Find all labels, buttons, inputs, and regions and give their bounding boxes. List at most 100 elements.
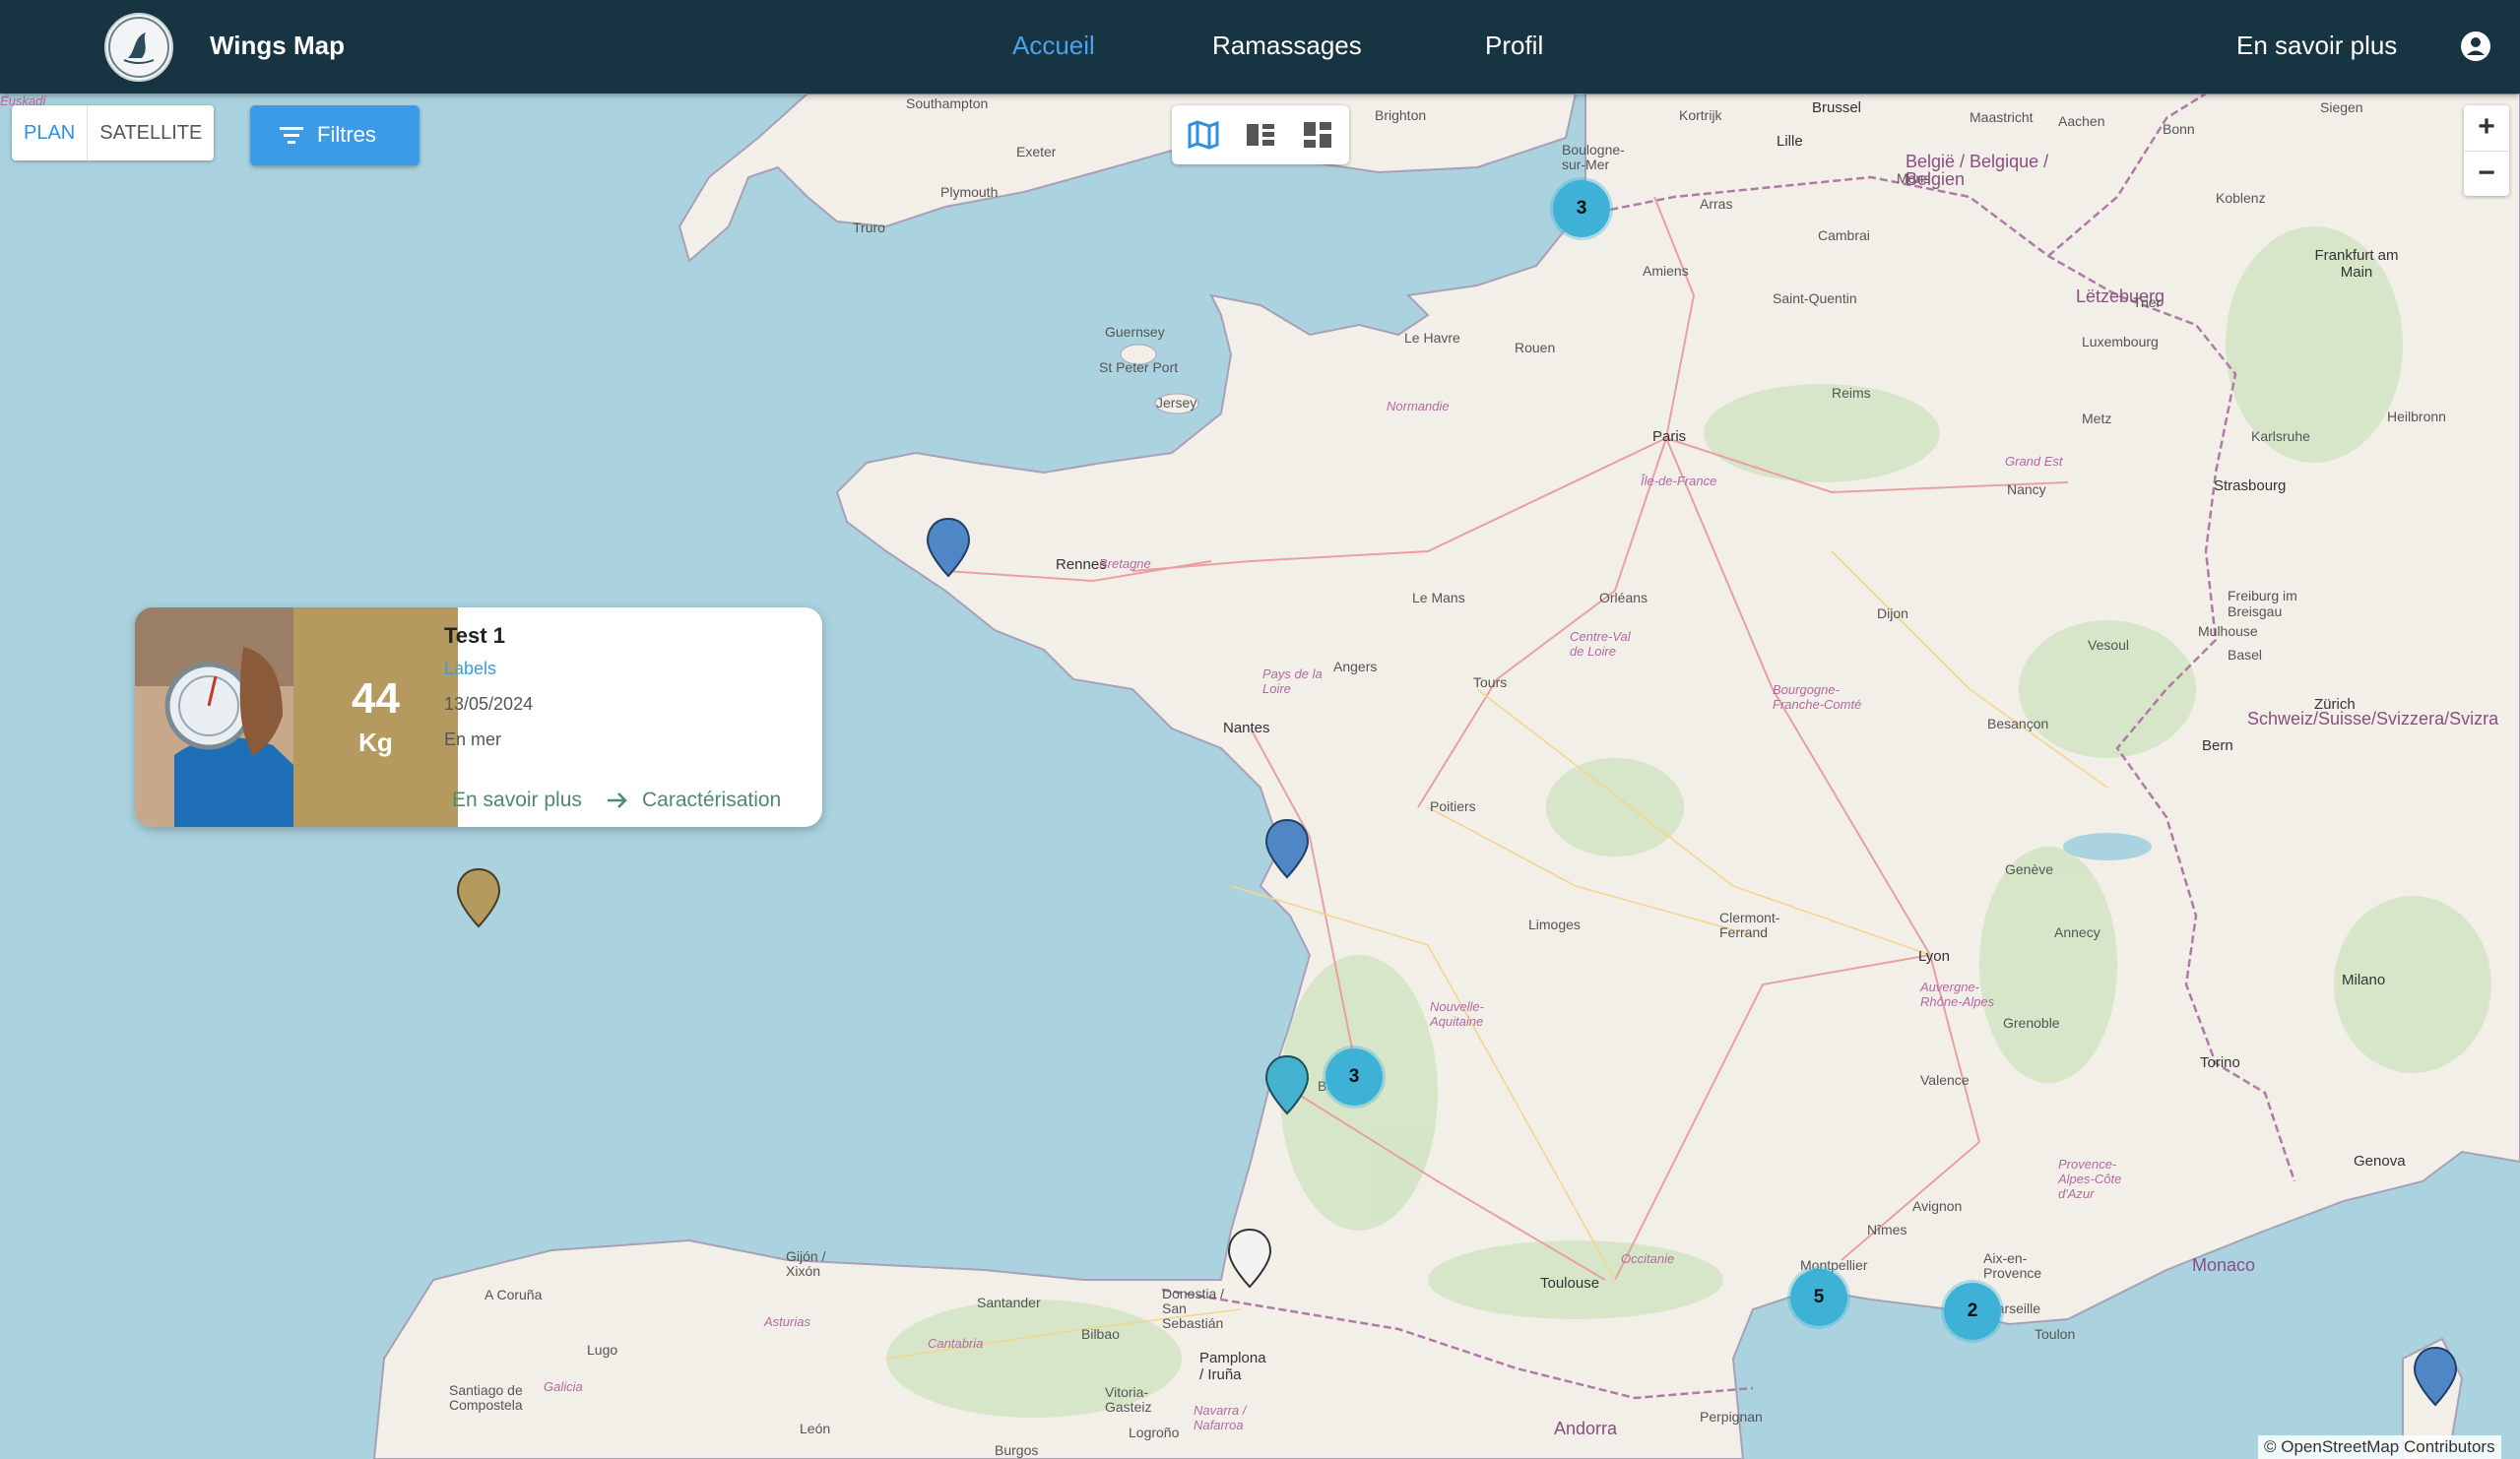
- map-view-icon[interactable]: [1188, 120, 1219, 150]
- place-label: Occitanie: [1621, 1251, 1675, 1266]
- place-label: Tours: [1473, 674, 1508, 690]
- place-label: Navarra / Nafarroa: [1194, 1403, 1247, 1432]
- map-pin-blue[interactable]: [926, 517, 971, 578]
- place-label: Le Havre: [1404, 330, 1460, 346]
- map-pin-white[interactable]: [1227, 1228, 1272, 1289]
- pickup-labels-link[interactable]: Labels: [444, 659, 496, 679]
- place-label: Luxembourg: [2082, 334, 2159, 349]
- place-label: Heilbronn: [2387, 409, 2446, 424]
- place-label: Aix-en-Provence: [1983, 1250, 2042, 1281]
- layer-satellite-button[interactable]: SATELLITE: [88, 105, 214, 160]
- place-label: Amiens: [1643, 263, 1689, 279]
- place-label: Rouen: [1515, 340, 1556, 355]
- place-label: Paris: [1652, 428, 1687, 445]
- view-mode-switch: [1172, 105, 1349, 164]
- marker-cluster[interactable]: 3: [1553, 180, 1610, 237]
- place-label: Besançon: [1987, 716, 2049, 731]
- place-label: León: [800, 1421, 831, 1436]
- map-pin-blue[interactable]: [2413, 1346, 2458, 1407]
- pickup-weight-value: 44: [352, 674, 400, 723]
- account-circle-icon[interactable]: [2458, 29, 2493, 64]
- place-label: Exeter: [1016, 144, 1057, 159]
- wings-of-the-ocean-logo[interactable]: [104, 13, 173, 82]
- marker-cluster[interactable]: 5: [1790, 1269, 1847, 1326]
- place-label: Perpignan: [1700, 1409, 1763, 1425]
- place-label: Milano: [2342, 972, 2386, 988]
- nav-ramassages[interactable]: Ramassages: [1212, 31, 1362, 61]
- place-label: Burgos: [995, 1442, 1039, 1458]
- place-label: Provence-Alpes-Côte d'Azur: [2058, 1157, 2122, 1201]
- place-label: Bilbao: [1081, 1326, 1120, 1342]
- marker-cluster[interactable]: 2: [1944, 1283, 2001, 1340]
- place-label: Bretagne: [1099, 556, 1151, 571]
- place-label: Lugo: [587, 1342, 618, 1358]
- place-label: Mulhouse: [2198, 623, 2258, 639]
- nav-en-savoir-plus[interactable]: En savoir plus: [2236, 31, 2397, 61]
- place-label: Reims: [1832, 385, 1871, 401]
- place-label: Torino: [2200, 1054, 2240, 1071]
- marker-cluster[interactable]: 3: [1325, 1048, 1383, 1106]
- place-label: Avignon: [1912, 1198, 1963, 1214]
- place-label: Boulogne-sur-Mer: [1562, 142, 1625, 172]
- layer-plan-button[interactable]: PLAN: [12, 105, 89, 160]
- place-label: Cantabria: [928, 1336, 984, 1351]
- place-label: Brighton: [1375, 107, 1427, 123]
- filters-button[interactable]: Filtres: [250, 105, 420, 165]
- place-label: Le Mans: [1412, 590, 1465, 605]
- place-label: Plymouth: [940, 184, 999, 200]
- place-label: Nouvelle-Aquitaine: [1430, 999, 1484, 1029]
- nav-accueil[interactable]: Accueil: [1012, 31, 1095, 61]
- place-label: Truro: [853, 220, 885, 235]
- place-label: Jersey: [1156, 395, 1197, 411]
- map-pin-gold[interactable]: [456, 867, 501, 928]
- characterization-link[interactable]: Caractérisation: [642, 789, 781, 812]
- place-label: Limoges: [1528, 917, 1581, 932]
- place-label: Monaco: [2192, 1255, 2256, 1275]
- place-label: Bourgogne-Franche-Comté: [1773, 682, 1862, 712]
- place-label: Kortrijk: [1679, 107, 1722, 123]
- place-label: Koblenz: [2216, 190, 2266, 206]
- place-label: Aachen: [2058, 113, 2105, 129]
- split-view-icon[interactable]: [1245, 120, 1276, 150]
- place-label: Galicia: [544, 1379, 583, 1394]
- place-label: Bern: [2202, 737, 2233, 754]
- place-label: Nîmes: [1867, 1222, 1907, 1237]
- nav-profil[interactable]: Profil: [1485, 31, 1543, 61]
- place-label: A Coruña: [485, 1287, 543, 1302]
- map-layer-switch: PLAN SATELLITE: [12, 105, 215, 160]
- place-label: Genova: [2354, 1153, 2406, 1170]
- arrow-right-icon: [608, 793, 627, 808]
- place-label: Saint-Quentin: [1773, 290, 1857, 306]
- place-label: Annecy: [2054, 924, 2100, 940]
- pickup-popup-card[interactable]: 44 Kg Test 1 Labels 13/05/2024 En mer En…: [135, 607, 822, 827]
- place-label: Pays de la Loire: [1262, 666, 1323, 696]
- place-label: Santander: [977, 1295, 1041, 1310]
- app-title: Wings Map: [210, 31, 345, 60]
- place-label: Frankfurt am Main: [2314, 247, 2399, 281]
- place-label: Angers: [1333, 659, 1378, 674]
- place-label: Donostia / San Sebastián: [1162, 1286, 1225, 1331]
- zoom-out-button[interactable]: −: [2464, 152, 2509, 197]
- pickup-weight-unit: Kg: [358, 728, 393, 757]
- map-attribution[interactable]: © OpenStreetMap Contributors: [2258, 1435, 2501, 1459]
- learn-more-link[interactable]: En savoir plus: [452, 789, 582, 812]
- place-label: Toulouse: [1540, 1275, 1600, 1292]
- zoom-control: + −: [2464, 105, 2509, 196]
- zoom-in-button[interactable]: +: [2464, 105, 2509, 152]
- grid-view-icon[interactable]: [1302, 120, 1333, 150]
- map-pin-teal[interactable]: [1264, 1054, 1310, 1115]
- place-label: Southampton: [906, 95, 989, 111]
- place-label: Maastricht: [1970, 109, 2034, 125]
- pickup-location: En mer: [444, 730, 502, 749]
- place-label: Genève: [2005, 861, 2054, 877]
- pickup-title: Test 1: [444, 623, 505, 648]
- place-label: Arras: [1700, 196, 1733, 212]
- filters-label: Filtres: [317, 122, 376, 147]
- map-pin-blue[interactable]: [1264, 818, 1310, 879]
- place-label: Orléans: [1599, 590, 1648, 605]
- place-label: Lille: [1777, 133, 1803, 150]
- place-label: Guernsey: [1105, 324, 1165, 340]
- place-label: Schweiz/Suisse/Svizzera/Svizra: [2247, 710, 2498, 729]
- place-label: Trier: [2133, 294, 2162, 310]
- place-label: Strasbourg: [2214, 477, 2287, 494]
